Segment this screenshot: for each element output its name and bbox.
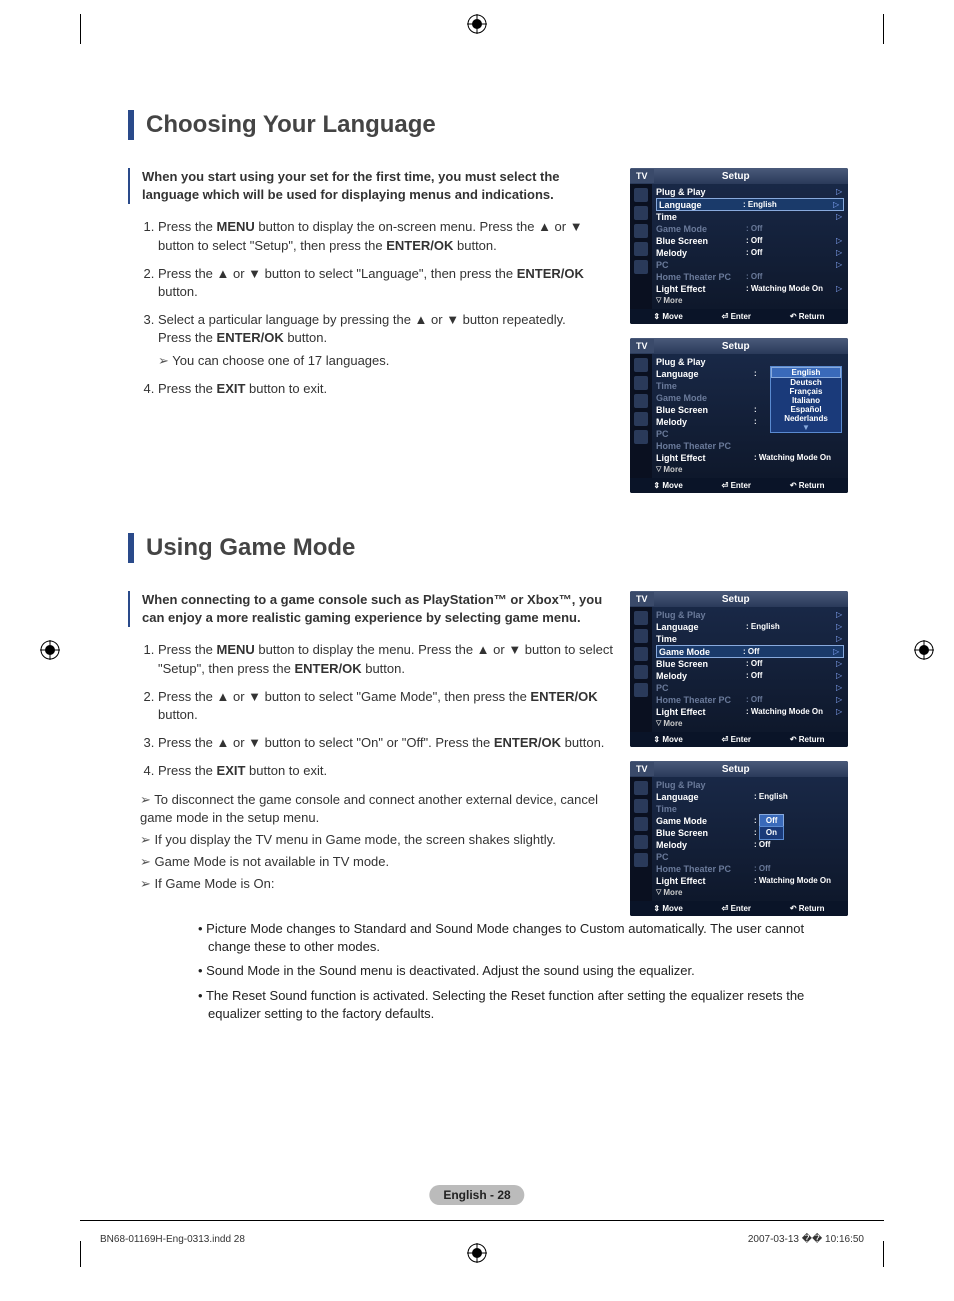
steps-list: Press the MENU button to display the on-… bbox=[140, 218, 614, 398]
step-note: You can choose one of 17 languages. bbox=[158, 352, 614, 370]
crop-mark bbox=[80, 1241, 81, 1267]
note-item: To disconnect the game console and conne… bbox=[140, 791, 614, 827]
heading-accent-bar bbox=[128, 110, 134, 140]
sub-bullet-list: Picture Mode changes to Standard and Sou… bbox=[198, 920, 838, 1023]
osd-more: More bbox=[656, 295, 844, 307]
osd-hint-move: ⇕ Move bbox=[653, 312, 682, 321]
osd-menu-item-selected: Language: English▷ bbox=[656, 198, 844, 211]
osd-option: On bbox=[759, 826, 784, 840]
osd-setup-gamemode-highlight: TVSetup Plug & Play▷ Language: English▷ … bbox=[630, 591, 848, 747]
osd-icon bbox=[634, 260, 648, 274]
steps-list: Press the MENU button to display the men… bbox=[140, 641, 614, 780]
instruction-column: When connecting to a game console such a… bbox=[128, 591, 614, 916]
osd-mode-label: TV bbox=[630, 169, 654, 183]
note-item: Game Mode is not available in TV mode. bbox=[140, 853, 614, 871]
step-item: Press the EXIT button to exit. bbox=[158, 380, 614, 398]
step-item: Press the MENU button to display the men… bbox=[158, 641, 614, 677]
step-item: Press the MENU button to display the on-… bbox=[158, 218, 614, 254]
registration-mark-icon bbox=[467, 14, 487, 34]
intro-text: When connecting to a game console such a… bbox=[128, 591, 614, 627]
osd-menu-item-selected: Game Mode: Off▷ bbox=[656, 645, 844, 658]
osd-setup-gamemode-options: TVSetup Plug & Play Language: English Ti… bbox=[630, 761, 848, 916]
note-item: If you display the TV menu in Game mode,… bbox=[140, 831, 614, 849]
step-item: Press the EXIT button to exit. bbox=[158, 762, 614, 780]
osd-dropdown-option: Italiano bbox=[771, 396, 841, 405]
osd-setup-language-highlight: TV Setup Plug & Play▷ Language: English▷… bbox=[630, 168, 848, 324]
page: Choosing Your Language When you start us… bbox=[0, 0, 954, 1301]
osd-dropdown-option: Nederlands bbox=[771, 414, 841, 423]
bullet-item: Picture Mode changes to Standard and Sou… bbox=[198, 920, 838, 956]
instruction-column: When you start using your set for the fi… bbox=[128, 168, 614, 493]
osd-menu-list: Plug & Play▷ Language: English▷ Time▷ Ga… bbox=[652, 184, 848, 309]
osd-hint-enter: ⏎ Enter bbox=[722, 312, 751, 321]
registration-mark-icon bbox=[914, 640, 934, 660]
section-title: Using Game Mode bbox=[146, 534, 355, 562]
osd-menu-item: Melody: Off▷ bbox=[656, 247, 844, 259]
osd-footer: ⇕ Move ⏎ Enter ↶ Return bbox=[630, 309, 848, 324]
osd-menu-item-disabled: Game Mode: Off bbox=[656, 223, 844, 235]
crop-mark bbox=[883, 1241, 884, 1267]
osd-setup-language-dropdown: TVSetup Plug & Play Language: Time Game … bbox=[630, 338, 848, 493]
osd-icon bbox=[634, 242, 648, 256]
footer-divider bbox=[80, 1220, 884, 1221]
crop-mark bbox=[80, 14, 81, 44]
osd-icon bbox=[634, 224, 648, 238]
note-item: If Game Mode is On: bbox=[140, 875, 614, 893]
section-body: When you start using your set for the fi… bbox=[128, 168, 848, 493]
step-item: Press the ▲ or ▼ button to select "On" o… bbox=[158, 734, 614, 752]
osd-menu-item: Blue Screen: Off▷ bbox=[656, 235, 844, 247]
section-heading: Choosing Your Language bbox=[128, 110, 848, 140]
osd-menu-item: Plug & Play▷ bbox=[656, 186, 844, 198]
step-item: Press the ▲ or ▼ button to select "Langu… bbox=[158, 265, 614, 301]
crop-mark bbox=[883, 14, 884, 44]
osd-dropdown-more-icon: ▼ bbox=[771, 423, 841, 432]
osd-dropdown-option: Deutsch bbox=[771, 378, 841, 387]
osd-dropdown-option-selected: English bbox=[771, 367, 841, 378]
registration-mark-icon bbox=[40, 640, 60, 660]
step-item: Select a particular language by pressing… bbox=[158, 311, 614, 370]
step-item: Press the ▲ or ▼ button to select "Game … bbox=[158, 688, 614, 724]
osd-icon-column bbox=[630, 184, 652, 309]
section-title: Choosing Your Language bbox=[146, 111, 436, 139]
footer-filename: BN68-01169H-Eng-0313.indd 28 bbox=[100, 1234, 245, 1245]
osd-screenshots-column: TVSetup Plug & Play▷ Language: English▷ … bbox=[630, 591, 848, 916]
osd-menu-item-disabled: PC▷ bbox=[656, 259, 844, 271]
content-area: Choosing Your Language When you start us… bbox=[128, 110, 848, 1036]
osd-hint-return: ↶ Return bbox=[790, 312, 825, 321]
osd-dropdown-option: Español bbox=[771, 405, 841, 414]
section-heading: Using Game Mode bbox=[128, 533, 848, 563]
notes-list: To disconnect the game console and conne… bbox=[140, 791, 614, 894]
osd-menu-item: Light Effect: Watching Mode On▷ bbox=[656, 283, 844, 295]
section-body: When connecting to a game console such a… bbox=[128, 591, 848, 916]
footer-timestamp: 2007-03-13 �� 10:16:50 bbox=[748, 1234, 864, 1245]
heading-accent-bar bbox=[128, 533, 134, 563]
intro-text: When you start using your set for the fi… bbox=[128, 168, 614, 204]
osd-header: TV Setup bbox=[630, 168, 848, 184]
bullet-item: Sound Mode in the Sound menu is deactiva… bbox=[198, 962, 838, 980]
osd-language-dropdown: English Deutsch Français Italiano Españo… bbox=[770, 366, 842, 433]
osd-icon bbox=[634, 188, 648, 202]
osd-screenshots-column: TV Setup Plug & Play▷ Language: English▷… bbox=[630, 168, 848, 493]
osd-menu-item: Time▷ bbox=[656, 211, 844, 223]
osd-title: Setup bbox=[722, 171, 780, 182]
osd-icon bbox=[634, 206, 648, 220]
osd-dropdown-option: Français bbox=[771, 387, 841, 396]
page-number-badge: English - 28 bbox=[429, 1185, 524, 1205]
osd-menu-item-disabled: Home Theater PC: Off bbox=[656, 271, 844, 283]
bullet-item: The Reset Sound function is activated. S… bbox=[198, 987, 838, 1023]
registration-mark-icon bbox=[467, 1243, 487, 1263]
